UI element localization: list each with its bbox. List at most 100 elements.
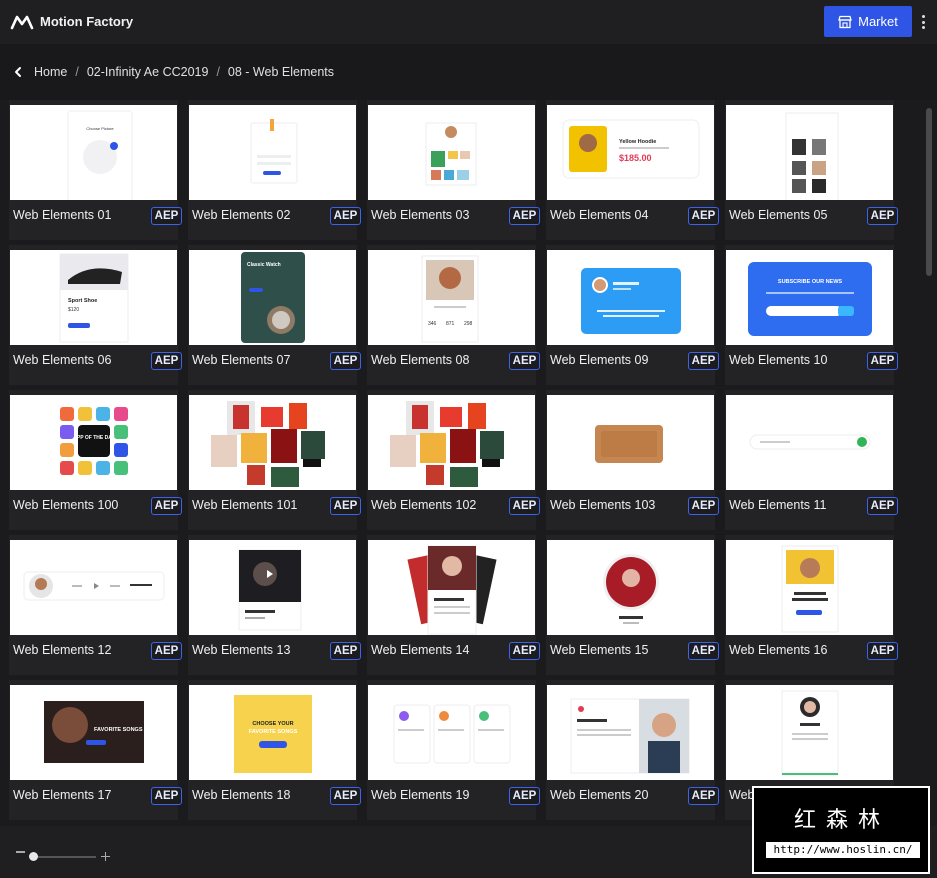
vertical-scrollbar[interactable] xyxy=(924,100,934,826)
asset-card[interactable]: Web Elements 15 AEP xyxy=(546,535,719,675)
svg-text:Sport Shoe: Sport Shoe xyxy=(68,298,97,304)
asset-label: Web Elements 103 xyxy=(550,498,656,512)
asset-card[interactable]: Yellow Hoodie $185.00 Web Elements 04 AEP xyxy=(546,100,719,240)
asset-label: Web Elements 07 xyxy=(192,353,291,367)
asset-card[interactable]: Web Elements 19 AEP xyxy=(367,680,540,820)
more-menu-icon[interactable] xyxy=(918,12,928,32)
asset-thumbnail[interactable] xyxy=(547,395,714,490)
asset-card[interactable]: FAVORITE SONGS Web Elements 17 AEP xyxy=(9,680,182,820)
asset-thumbnail[interactable] xyxy=(726,105,893,200)
asset-label: Web Elements 101 xyxy=(192,498,298,512)
svg-text:346: 346 xyxy=(428,321,437,327)
asset-card[interactable]: Web Elements 102 AEP xyxy=(367,390,540,530)
asset-card[interactable]: 346 871 298 Web Elements 08 AEP xyxy=(367,245,540,385)
asset-thumbnail[interactable] xyxy=(726,540,893,635)
aep-badge: AEP xyxy=(509,207,540,225)
asset-card[interactable]: Sport Shoe $120 Web Elements 06 AEP xyxy=(9,245,182,385)
aep-badge: AEP xyxy=(688,207,719,225)
watermark-url: http://www.hoslin.cn/ xyxy=(766,842,920,858)
zoom-in-icon[interactable] xyxy=(101,852,110,861)
asset-label: Web Elements 20 xyxy=(550,788,649,802)
asset-card[interactable]: Classic Watch Web Elements 07 AEP xyxy=(188,245,361,385)
svg-text:871: 871 xyxy=(446,321,455,327)
aep-badge: AEP xyxy=(867,207,898,225)
aep-badge: AEP xyxy=(330,352,361,370)
zoom-out-icon[interactable] xyxy=(16,851,25,853)
svg-text:FAVORITE SONGS: FAVORITE SONGS xyxy=(94,727,143,733)
asset-label: Web Elements 19 xyxy=(371,788,470,802)
svg-text:SUBSCRIBE OUR NEWS: SUBSCRIBE OUR NEWS xyxy=(778,279,843,285)
aep-badge: AEP xyxy=(151,787,182,805)
store-icon xyxy=(838,15,852,28)
asset-thumbnail[interactable]: Sport Shoe $120 xyxy=(10,250,177,345)
asset-thumbnail[interactable]: SUBSCRIBE OUR NEWS xyxy=(726,250,893,345)
asset-card[interactable]: Web Elements 16 AEP xyxy=(725,535,898,675)
asset-label: Web Elements 13 xyxy=(192,643,291,657)
breadcrumb-infinity[interactable]: 02-Infinity Ae CC2019 xyxy=(87,65,209,79)
app-title: Motion Factory xyxy=(40,14,134,29)
breadcrumb-home[interactable]: Home xyxy=(34,65,67,79)
breadcrumb-separator: / xyxy=(216,65,220,79)
aep-badge: AEP xyxy=(867,497,898,515)
asset-label: Web Elements 14 xyxy=(371,643,470,657)
asset-label: Web Elements 05 xyxy=(729,208,828,222)
asset-card[interactable]: Web Elements 20 AEP xyxy=(546,680,719,820)
asset-thumbnail[interactable] xyxy=(189,105,356,200)
asset-card[interactable]: Web Elements 09 AEP xyxy=(546,245,719,385)
breadcrumb: Home / 02-Infinity Ae CC2019 / 08 - Web … xyxy=(0,44,937,100)
asset-thumbnail[interactable] xyxy=(368,685,535,780)
asset-thumbnail[interactable]: 346 871 298 xyxy=(368,250,535,345)
svg-text:298: 298 xyxy=(464,321,473,327)
aep-badge: AEP xyxy=(151,352,182,370)
asset-card[interactable]: Web Elements 101 AEP xyxy=(188,390,361,530)
asset-thumbnail[interactable] xyxy=(189,395,356,490)
aep-badge: AEP xyxy=(330,497,361,515)
aep-badge: AEP xyxy=(688,642,719,660)
asset-thumbnail[interactable]: APP OF THE DAY xyxy=(10,395,177,490)
asset-card[interactable]: Web Elements 11 AEP xyxy=(725,390,898,530)
asset-thumbnail[interactable] xyxy=(547,685,714,780)
asset-thumbnail[interactable]: CHOOSE YOUR FAVORITE SONGS xyxy=(189,685,356,780)
asset-card[interactable]: SUBSCRIBE OUR NEWS Web Elements 10 AEP xyxy=(725,245,898,385)
asset-thumbnail[interactable]: Classic Watch xyxy=(189,250,356,345)
asset-thumbnail[interactable] xyxy=(368,395,535,490)
asset-label: Web Elements 02 xyxy=(192,208,291,222)
asset-thumbnail[interactable] xyxy=(547,250,714,345)
aep-badge: AEP xyxy=(867,352,898,370)
asset-card[interactable]: CHOOSE YOUR FAVORITE SONGS Web Elements 18… xyxy=(188,680,361,820)
asset-thumbnail[interactable]: FAVORITE SONGS xyxy=(10,685,177,780)
asset-label: Web Elements 08 xyxy=(371,353,470,367)
asset-thumbnail[interactable] xyxy=(10,540,177,635)
asset-card[interactable]: APP OF THE DAY Web Elements 100 AEP xyxy=(9,390,182,530)
asset-thumbnail[interactable]: Choose Picture xyxy=(10,105,177,200)
scrollbar-thumb[interactable] xyxy=(926,108,932,276)
asset-card[interactable]: Web Elements 02 AEP xyxy=(188,100,361,240)
svg-text:$185.00: $185.00 xyxy=(619,153,652,163)
breadcrumb-current[interactable]: 08 - Web Elements xyxy=(228,65,334,79)
aep-badge: AEP xyxy=(151,497,182,515)
asset-card[interactable]: Web Elements 103 AEP xyxy=(546,390,719,530)
aep-badge: AEP xyxy=(867,642,898,660)
asset-card[interactable]: Web Elements 03 AEP xyxy=(367,100,540,240)
aep-badge: AEP xyxy=(688,787,719,805)
svg-text:FAVORITE SONGS: FAVORITE SONGS xyxy=(249,729,298,735)
asset-card[interactable]: Web Elements 13 AEP xyxy=(188,535,361,675)
asset-card[interactable]: Web Elements 05 AEP xyxy=(725,100,898,240)
asset-thumbnail[interactable] xyxy=(368,540,535,635)
chevron-left-icon[interactable] xyxy=(12,66,24,78)
asset-thumbnail[interactable] xyxy=(726,685,893,780)
asset-thumbnail[interactable]: Yellow Hoodie $185.00 xyxy=(547,105,714,200)
asset-thumbnail[interactable] xyxy=(726,395,893,490)
asset-label: Web Elements 100 xyxy=(13,498,119,512)
asset-card[interactable]: Choose Picture Web Elements 01 AEP xyxy=(9,100,182,240)
aep-badge: AEP xyxy=(509,787,540,805)
aep-badge: AEP xyxy=(509,642,540,660)
asset-thumbnail[interactable] xyxy=(368,105,535,200)
asset-thumbnail[interactable] xyxy=(547,540,714,635)
asset-card[interactable]: Web Elements 12 AEP xyxy=(9,535,182,675)
asset-thumbnail[interactable] xyxy=(189,540,356,635)
zoom-slider[interactable] xyxy=(30,856,96,858)
svg-text:$120: $120 xyxy=(68,307,79,313)
market-button[interactable]: Market xyxy=(824,6,912,37)
asset-card[interactable]: Web Elements 14 AEP xyxy=(367,535,540,675)
